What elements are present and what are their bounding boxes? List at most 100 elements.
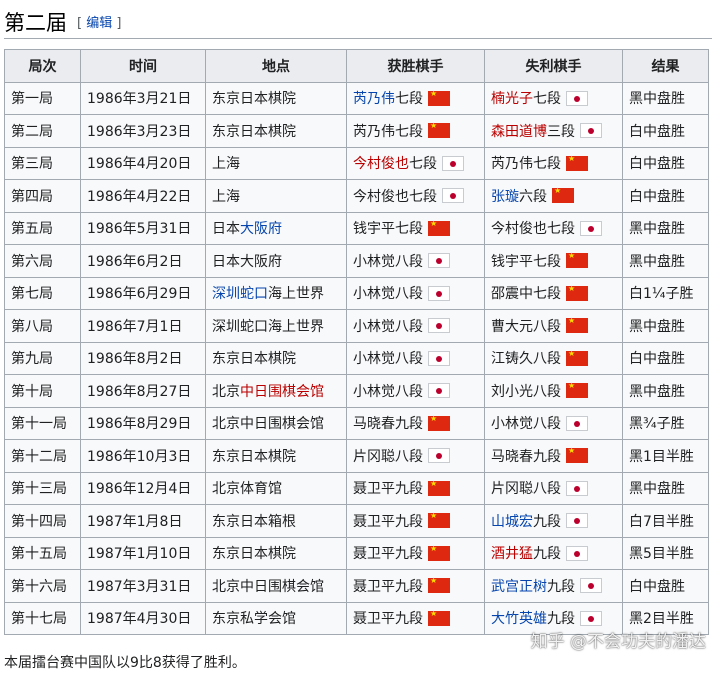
text-segment: 北京中日围棋会馆	[212, 578, 324, 595]
wiki-link[interactable]: 大阪府	[240, 221, 282, 237]
table-row: 第十二局1986年10月3日东京日本棋院 片冈聪八段 马晓春九段 黑1目半胜	[4, 439, 709, 473]
winner-player: 小林觉八段	[353, 348, 450, 368]
wiki-link[interactable]: 大竹英雄	[491, 608, 547, 628]
result-cell: 黑中盘胜	[622, 244, 709, 278]
table-row: 第九局1986年8月2日东京日本棋院 小林觉八段 江铸久八段 白中盘胜	[4, 341, 709, 375]
watermark: 知乎 @不会功夫的潘达	[530, 632, 706, 652]
loser-cell: 片冈聪八段	[484, 471, 623, 505]
japan-flag-icon	[428, 383, 450, 399]
japan-flag-icon	[566, 545, 588, 561]
round-cell: 第十六局	[4, 569, 81, 603]
place-cell: 深圳蛇口海上世界	[205, 276, 347, 310]
result-cell: 黑中盘胜	[622, 309, 709, 343]
winner-cell: 芮乃伟七段	[346, 81, 485, 115]
result-cell: 黑1目半胜	[622, 439, 709, 473]
china-flag-icon	[428, 479, 450, 496]
round-cell: 第三局	[4, 146, 81, 180]
china-flag-icon	[428, 414, 450, 431]
date-cell: 1986年4月22日	[80, 179, 206, 213]
winner-cell: 马晓春九段	[346, 406, 485, 440]
loser-player: 张璇 六段	[491, 186, 574, 206]
japan-flag-icon	[580, 610, 602, 626]
result-cell: 黑5目半胜	[622, 536, 709, 570]
winner-player: 马晓春九段	[353, 413, 450, 433]
text-segment: 今村俊也七段	[353, 188, 437, 205]
wiki-link[interactable]: 蛇口	[240, 286, 268, 302]
text-segment: 东京日本棋院	[212, 123, 296, 140]
round-cell: 第十局	[4, 374, 81, 408]
red-link[interactable]: 森田道博	[491, 121, 547, 141]
winner-cell: 小林觉八段	[346, 276, 485, 310]
text-segment: 东京私学会馆	[212, 611, 296, 628]
place-cell: 东京私学会馆	[205, 601, 347, 635]
text-segment: 九段	[547, 611, 575, 628]
winner-cell: 聂卫平九段	[346, 536, 485, 570]
loser-cell: 钱宇平七段	[484, 244, 623, 278]
loser-cell: 芮乃伟七段	[484, 146, 623, 180]
wiki-link[interactable]: 武宫正树	[491, 576, 547, 596]
place-cell: 北京中日围棋会馆	[205, 406, 347, 440]
text-segment: 曹大元八段	[491, 318, 561, 335]
date-cell: 1986年8月2日	[80, 341, 206, 375]
table-row: 第十五局1987年1月10日东京日本棋院 聂卫平九段 酒井猛九段 黑5目半胜	[4, 536, 709, 570]
winner-player: 今村俊也七段	[353, 186, 464, 206]
japan-flag-icon	[428, 350, 450, 366]
loser-cell: 楠光子 七段	[484, 81, 623, 115]
red-link[interactable]: 今村俊也	[353, 153, 409, 173]
place-cell: 上海	[205, 146, 347, 180]
loser-player: 片冈聪八段	[491, 478, 588, 498]
japan-flag-icon	[566, 90, 588, 106]
result-cell: 白中盘胜	[622, 146, 709, 180]
loser-player: 刘小光八段	[491, 381, 588, 401]
round-cell: 第九局	[4, 341, 81, 375]
result-cell: 白中盘胜	[622, 341, 709, 375]
loser-cell: 酒井猛 九段	[484, 536, 623, 570]
red-link[interactable]: 楠光子	[491, 88, 533, 108]
china-flag-icon	[428, 609, 450, 626]
result-cell: 白中盘胜	[622, 114, 709, 148]
china-flag-icon	[428, 544, 450, 561]
wiki-link[interactable]: 深圳	[212, 286, 240, 302]
loser-cell: 刘小光八段	[484, 374, 623, 408]
date-cell: 1987年3月31日	[80, 569, 206, 603]
red-link[interactable]: 中日围棋会馆	[240, 384, 324, 400]
winner-cell: 小林觉八段	[346, 341, 485, 375]
result-cell: 白7目半胜	[622, 504, 709, 538]
place-cell: 东京日本棋院	[205, 341, 347, 375]
japan-flag-icon	[566, 513, 588, 529]
text-segment: 小林觉八段	[353, 351, 423, 368]
wiki-link[interactable]: 芮乃伟	[353, 88, 395, 108]
date-cell: 1986年3月21日	[80, 81, 206, 115]
result-cell: 白中盘胜	[622, 179, 709, 213]
text-segment: 刘小光八段	[491, 383, 561, 400]
china-flag-icon	[428, 89, 450, 106]
winner-cell: 小林觉八段	[346, 374, 485, 408]
loser-cell: 山城宏 九段	[484, 504, 623, 538]
red-link[interactable]: 酒井猛	[491, 543, 533, 563]
result-cell: 白中盘胜	[622, 569, 709, 603]
wiki-link[interactable]: 山城宏	[491, 511, 533, 531]
text-segment: 小林觉八段	[353, 286, 423, 303]
header-round: 局次	[4, 49, 81, 83]
winner-cell: 今村俊也七段	[346, 146, 485, 180]
text-segment: 东京日本棋院	[212, 351, 296, 368]
china-flag-icon	[428, 576, 450, 594]
date-cell: 1986年12月4日	[80, 471, 206, 505]
loser-player: 马晓春九段	[491, 446, 588, 466]
japan-flag-icon	[428, 318, 450, 334]
text-segment: 北京体育馆	[212, 481, 282, 498]
china-flag-icon	[566, 154, 588, 171]
text-segment: 钱宇平七段	[353, 221, 423, 238]
section-heading: 第二届 [ 编辑 ]	[4, 2, 712, 39]
text-segment: 东京日本棋院	[212, 91, 296, 108]
text-segment: 小林觉八段	[353, 253, 423, 270]
text-segment: 片冈聪八段	[491, 481, 561, 498]
loser-cell: 武宫正树 九段	[484, 569, 623, 603]
table-row: 第十一局1986年8月29日北京中日围棋会馆 马晓春九段 小林觉八段 黑¾子胜	[4, 406, 709, 440]
edit-link[interactable]: 编辑	[86, 16, 112, 31]
result-cell: 白1¼子胜	[622, 276, 709, 310]
wiki-link[interactable]: 张璇	[491, 186, 519, 206]
china-flag-icon	[566, 284, 588, 301]
round-cell: 第十二局	[4, 439, 81, 473]
japan-flag-icon	[566, 415, 588, 431]
